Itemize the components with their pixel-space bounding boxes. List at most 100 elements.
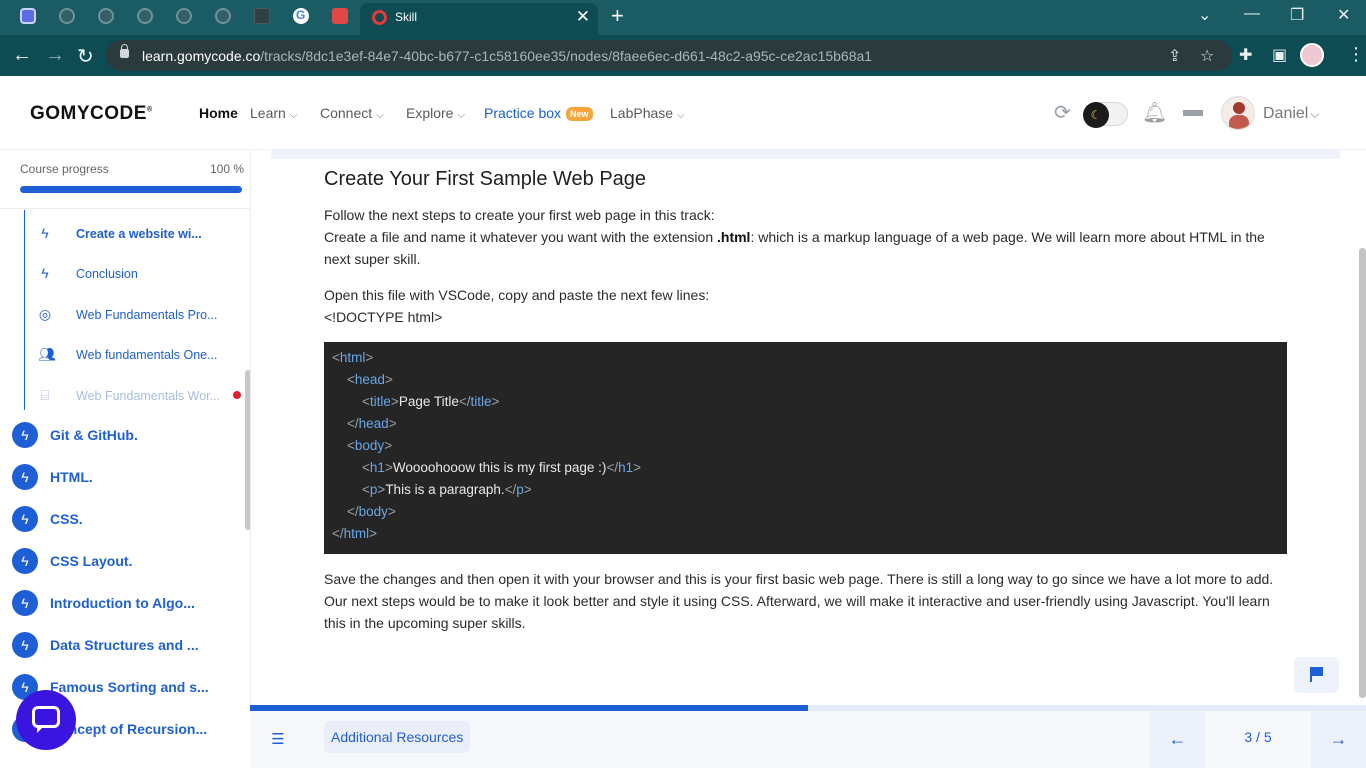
nav-practice-box[interactable]: Practice box New bbox=[484, 105, 593, 122]
dark-mode-toggle[interactable]: ☾ bbox=[1083, 102, 1128, 128]
url-text: learn.gomycode.co/tracks/8dc1e3ef-84e7-4… bbox=[142, 48, 873, 64]
content-top-strip bbox=[271, 150, 1340, 159]
doctype-line: <!DOCTYPE html> bbox=[324, 309, 443, 325]
workshop-icon: ⌸ bbox=[40, 387, 50, 403]
code-block[interactable]: <html> <head> <title>Page Title</title> … bbox=[324, 342, 1287, 554]
course-sidebar: Course progress 100 % ϟ Create a website… bbox=[0, 150, 251, 768]
side-panel-icon[interactable]: ▣ bbox=[1272, 45, 1287, 65]
browser-toolbar: ← → ↻ learn.gomycode.co/tracks/8dc1e3ef-… bbox=[0, 35, 1366, 76]
bookmark-star-icon[interactable]: ☆ bbox=[1200, 46, 1214, 66]
lock-icon bbox=[120, 44, 129, 58]
open-file-line: Open this file with VSCode, copy and pas… bbox=[324, 287, 710, 303]
bolt-icon: ϟ bbox=[12, 548, 38, 574]
sidebar-item-web-fundamentals-project[interactable]: ◎ Web Fundamentals Pro... bbox=[38, 306, 238, 326]
bolt-icon: ϟ bbox=[12, 422, 38, 448]
tab-favicon-google-icon[interactable] bbox=[293, 8, 309, 24]
code-line: <body> bbox=[347, 438, 393, 453]
page-scrollbar[interactable] bbox=[1359, 248, 1366, 698]
browser-profile-avatar[interactable] bbox=[1300, 43, 1324, 67]
table-of-contents-icon[interactable]: ☰ bbox=[260, 728, 296, 752]
extension-line: Create a file and name it whatever you w… bbox=[324, 229, 1265, 267]
sidebar-section-git-github[interactable]: ϟ Git & GitHub. bbox=[12, 422, 242, 448]
divider bbox=[0, 208, 250, 209]
forward-arrow-icon[interactable]: → bbox=[45, 44, 65, 67]
browser-tab-strip: Skill ✕ + ⌄ — ❐ ✕ bbox=[0, 0, 1366, 35]
intro-paragraph: Follow the next steps to create your fir… bbox=[324, 204, 1284, 270]
moon-icon: ☾ bbox=[1083, 102, 1109, 128]
tab-search-chevron-icon[interactable]: ⌄ bbox=[1198, 5, 1211, 25]
sidebar-section-css[interactable]: ϟ CSS. bbox=[12, 506, 242, 532]
close-window-icon[interactable]: ✕ bbox=[1337, 5, 1350, 25]
previous-page-arrow-icon[interactable]: ← bbox=[1150, 711, 1205, 768]
bolt-icon: ϟ bbox=[12, 590, 38, 616]
tab-favicon-red-icon[interactable] bbox=[332, 8, 348, 24]
course-progress-label: Course progress bbox=[20, 162, 109, 176]
course-progress-bar bbox=[20, 186, 242, 193]
close-tab-icon[interactable]: ✕ bbox=[576, 7, 590, 27]
code-line: <title>Page Title</title> bbox=[362, 394, 500, 409]
sidebar-tree-line bbox=[24, 210, 25, 410]
report-flag-button[interactable] bbox=[1294, 657, 1339, 693]
sidebar-scrollbar[interactable] bbox=[245, 370, 250, 530]
active-tab-title: Skill bbox=[395, 10, 418, 24]
address-bar[interactable]: learn.gomycode.co/tracks/8dc1e3ef-84e7-4… bbox=[106, 40, 1232, 71]
sidebar-item-web-fundamentals-workshop[interactable]: ⌸ Web Fundamentals Wor... bbox=[38, 387, 238, 407]
next-page-arrow-icon[interactable]: → bbox=[1311, 711, 1366, 768]
active-browser-tab[interactable]: Skill ✕ bbox=[360, 3, 598, 35]
people-icon: 👥︎ bbox=[38, 346, 56, 362]
browser-menu-icon[interactable]: ⋮ bbox=[1347, 44, 1365, 65]
code-line: </html> bbox=[332, 526, 378, 541]
tab-favicon-loading-icon[interactable] bbox=[176, 8, 192, 24]
sidebar-item-web-fundamentals-one[interactable]: 👥︎ Web fundamentals One... bbox=[38, 346, 238, 366]
user-avatar[interactable] bbox=[1221, 96, 1255, 130]
share-icon[interactable]: ⇪ bbox=[1168, 46, 1181, 66]
nav-explore[interactable]: Explore ⌵ bbox=[406, 105, 465, 121]
bolt-icon: ϟ bbox=[41, 225, 49, 241]
reload-icon[interactable]: ↻ bbox=[77, 44, 94, 69]
bolt-icon: ϟ bbox=[41, 265, 49, 281]
sync-icon[interactable]: ⟳ bbox=[1054, 100, 1071, 125]
nav-home[interactable]: Home bbox=[199, 105, 238, 121]
bolt-icon: ϟ bbox=[12, 506, 38, 532]
target-icon: ◎ bbox=[38, 306, 52, 322]
user-menu[interactable]: Daniel ⌵ bbox=[1263, 105, 1319, 123]
sidebar-section-data-structures[interactable]: ϟ Data Structures and ... bbox=[12, 632, 242, 658]
nav-labphase[interactable]: LabPhase ⌵ bbox=[610, 105, 685, 121]
nav-learn[interactable]: Learn ⌵ bbox=[250, 105, 297, 121]
sidebar-section-css-layout[interactable]: ϟ CSS Layout. bbox=[12, 548, 242, 574]
new-tab-icon[interactable]: + bbox=[611, 3, 624, 29]
intro-line: Follow the next steps to create your fir… bbox=[324, 207, 715, 223]
sidebar-item-create-website[interactable]: ϟ Create a website wi... bbox=[38, 225, 238, 245]
tab-favicon-app-icon[interactable] bbox=[20, 8, 36, 24]
site-header: GOMYCODE® Home Learn ⌵ Connect ⌵ Explore ⌵ … bbox=[0, 76, 1366, 150]
chevron-down-icon: ⌵ bbox=[289, 110, 298, 121]
tab-favicon-dark-icon[interactable] bbox=[254, 8, 270, 24]
restore-window-icon[interactable]: ❐ bbox=[1290, 5, 1304, 25]
chevron-down-icon: ⌵ bbox=[677, 110, 685, 121]
course-progress-fill bbox=[20, 186, 242, 193]
extensions-puzzle-icon[interactable]: ✚ bbox=[1239, 45, 1252, 65]
tab-favicon-loading-icon[interactable] bbox=[215, 8, 231, 24]
chevron-down-icon: ⌵ bbox=[457, 110, 466, 121]
page-title: Create Your First Sample Web Page bbox=[324, 168, 647, 190]
messages-chat-icon[interactable]: ▬ bbox=[1183, 99, 1203, 122]
sidebar-section-html[interactable]: ϟ HTML. bbox=[12, 464, 242, 490]
chat-icon bbox=[32, 706, 60, 733]
notification-bell-icon[interactable]: 🔔︎ bbox=[1142, 100, 1167, 125]
tab-favicon-loading-icon[interactable] bbox=[137, 8, 153, 24]
closing-paragraph: Save the changes and then open it with y… bbox=[324, 571, 1274, 631]
support-chat-button[interactable] bbox=[16, 690, 76, 750]
code-line: <html> bbox=[332, 350, 374, 365]
sidebar-section-intro-algorithms[interactable]: ϟ Introduction to Algo... bbox=[12, 590, 242, 616]
nav-connect[interactable]: Connect ⌵ bbox=[320, 105, 384, 121]
back-arrow-icon[interactable]: ← bbox=[12, 44, 32, 67]
tab-favicon-loading-icon[interactable] bbox=[98, 8, 114, 24]
gomycode-logo[interactable]: GOMYCODE® bbox=[30, 103, 153, 125]
sidebar-item-conclusion[interactable]: ϟ Conclusion bbox=[38, 265, 238, 285]
additional-resources-button[interactable]: Additional Resources bbox=[324, 721, 471, 753]
flag-icon bbox=[1312, 667, 1323, 676]
minimize-window-icon[interactable]: — bbox=[1244, 5, 1260, 23]
tab-favicon-loading-icon[interactable] bbox=[59, 8, 75, 24]
course-progress-value: 100 % bbox=[210, 162, 245, 176]
opera-favicon-icon bbox=[372, 10, 387, 25]
